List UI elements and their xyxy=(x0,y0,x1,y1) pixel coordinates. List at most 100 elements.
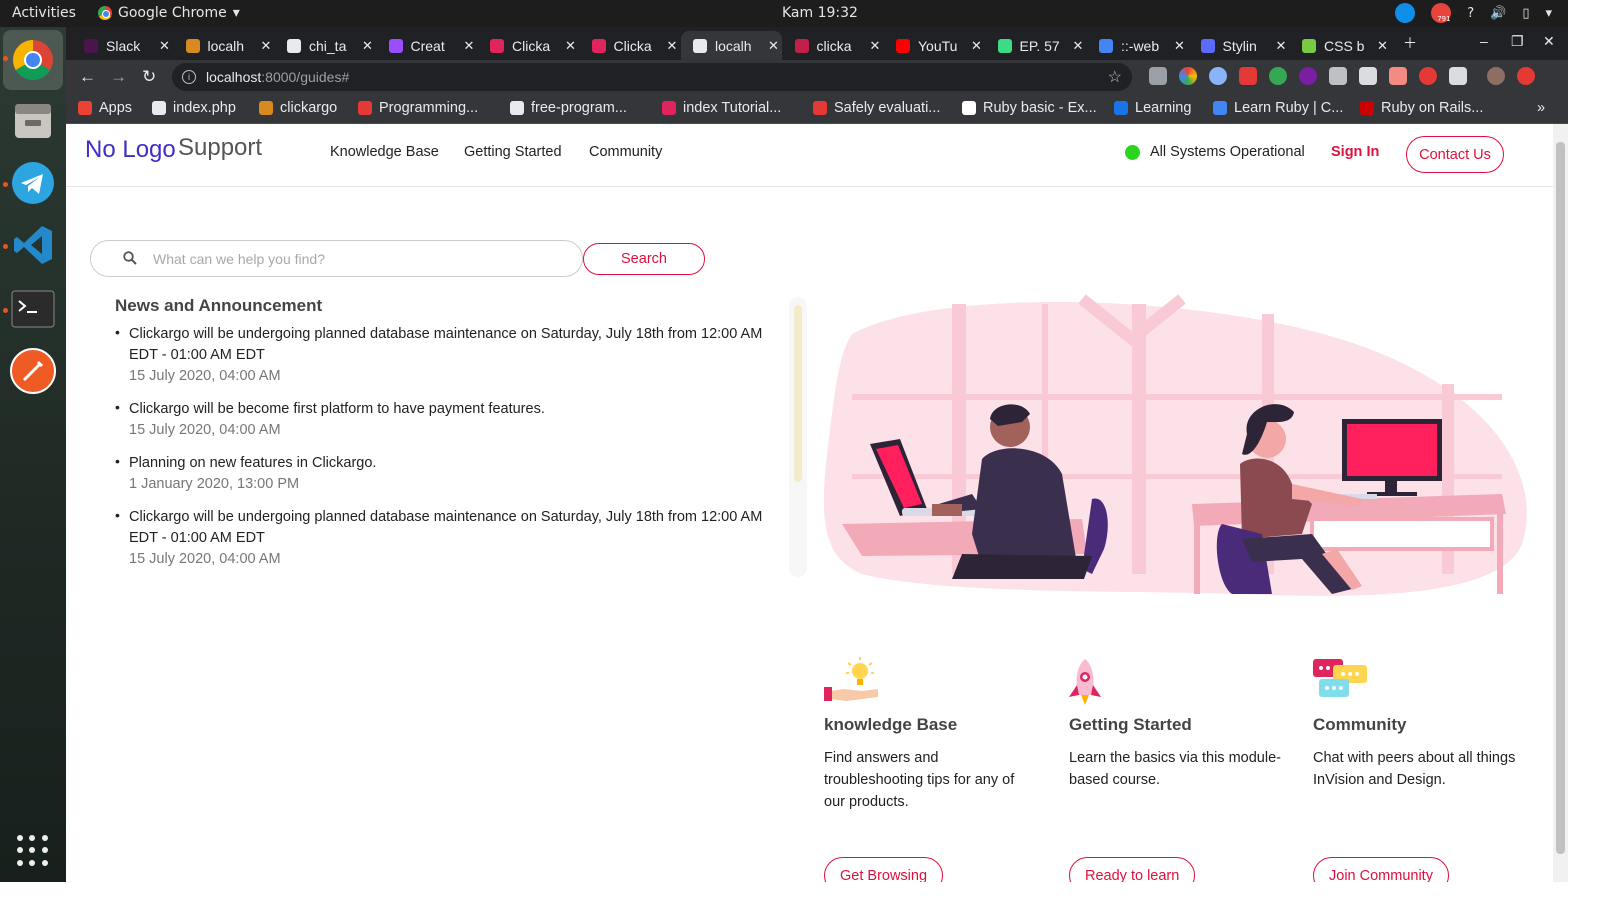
tab-close-icon[interactable]: ✕ xyxy=(261,38,272,54)
browser-tab[interactable]: YouTu ✕ xyxy=(884,31,985,60)
tab-close-icon[interactable]: ✕ xyxy=(464,38,475,54)
browser-tab[interactable]: ::-web ✕ xyxy=(1087,31,1188,60)
dock-postman[interactable] xyxy=(9,347,57,395)
page-scrollbar-thumb[interactable] xyxy=(1556,142,1565,854)
bookmark-favicon-icon xyxy=(1360,101,1374,115)
bookmark-item[interactable]: Ruby basic - Ex... xyxy=(962,100,1097,116)
news-text[interactable]: Clickargo will be undergoing planned dat… xyxy=(129,324,775,366)
dock-terminal[interactable] xyxy=(9,285,57,333)
get-browsing-button[interactable]: Get Browsing xyxy=(824,857,944,882)
tab-close-icon[interactable]: ✕ xyxy=(362,38,373,54)
browser-tab[interactable]: Slack ✕ xyxy=(72,31,173,60)
browser-tab[interactable]: Clicka ✕ xyxy=(580,31,681,60)
browser-tab[interactable]: EP. 57 ✕ xyxy=(986,31,1087,60)
update-icon[interactable] xyxy=(1517,67,1535,85)
volume-icon[interactable]: 🔊 xyxy=(1490,6,1506,21)
news-text[interactable]: Clickargo will be become first platform … xyxy=(129,399,775,420)
site-logo[interactable]: No Logo xyxy=(85,136,176,164)
extension-icon[interactable] xyxy=(1239,67,1257,85)
search-button[interactable]: Search xyxy=(583,243,705,275)
dock-chrome[interactable] xyxy=(3,30,63,90)
tab-close-icon[interactable]: ✕ xyxy=(870,38,881,54)
browser-tab[interactable]: localh ✕ xyxy=(174,31,275,60)
help-icon[interactable]: ? xyxy=(1467,6,1474,21)
tab-close-icon[interactable]: ✕ xyxy=(971,38,982,54)
new-tab-button[interactable]: ＋ xyxy=(1403,33,1417,53)
back-button[interactable]: ← xyxy=(79,67,96,87)
browser-tab[interactable]: clicka ✕ xyxy=(783,31,884,60)
notification-icon[interactable]: 791 xyxy=(1431,3,1452,23)
address-bar[interactable]: i localhost:8000/guides# ☆ xyxy=(172,63,1132,91)
search-input[interactable] xyxy=(153,247,553,271)
contact-us-button[interactable]: Contact Us xyxy=(1406,136,1504,173)
browser-tab[interactable]: localh ✕ xyxy=(681,31,782,60)
bookmark-item[interactable]: index.php xyxy=(152,100,236,116)
minimize-button[interactable]: – xyxy=(1480,33,1488,49)
dock-telegram[interactable] xyxy=(9,159,57,207)
join-community-button[interactable]: Join Community xyxy=(1313,857,1449,882)
power-menu-icon[interactable]: ▾ xyxy=(1545,6,1552,21)
extension-icon[interactable] xyxy=(1209,67,1227,85)
activities-button[interactable]: Activities xyxy=(12,5,76,21)
nav-community[interactable]: Community xyxy=(589,144,662,160)
bookmark-item[interactable]: index Tutorial... xyxy=(662,100,781,116)
ready-to-learn-button[interactable]: Ready to learn xyxy=(1069,857,1196,882)
tab-close-icon[interactable]: ✕ xyxy=(1073,38,1084,54)
bookmark-star-icon[interactable]: ☆ xyxy=(1108,67,1122,87)
page-scrollbar[interactable] xyxy=(1553,124,1568,882)
extension-icon[interactable] xyxy=(1449,67,1467,85)
app-menu[interactable]: Google Chrome ▾ xyxy=(98,5,240,21)
reader-icon[interactable] xyxy=(1149,67,1167,85)
bookmark-favicon-icon xyxy=(662,101,676,115)
bookmark-item[interactable]: clickargo xyxy=(259,100,337,116)
bookmark-item[interactable]: Apps xyxy=(78,100,132,116)
close-window-button[interactable]: ✕ xyxy=(1543,33,1555,50)
battery-icon[interactable]: ▯ xyxy=(1522,6,1529,21)
browser-tab[interactable]: chi_ta ✕ xyxy=(275,31,376,60)
extension-icon[interactable] xyxy=(1359,67,1377,85)
extension-icon[interactable] xyxy=(1299,67,1317,85)
reload-button[interactable]: ↻ xyxy=(142,67,156,87)
tab-close-icon[interactable]: ✕ xyxy=(159,38,170,54)
news-text[interactable]: Planning on new features in Clickargo. xyxy=(129,453,775,474)
bookmark-item[interactable]: Safely evaluati... xyxy=(813,100,940,116)
news-scrollbar[interactable] xyxy=(789,297,807,577)
browser-tab[interactable]: CSS b ✕ xyxy=(1290,31,1391,60)
more-bookmarks-button[interactable]: » xyxy=(1537,100,1545,116)
maximize-button[interactable]: ❐ xyxy=(1511,33,1524,50)
nav-getting-started[interactable]: Getting Started xyxy=(464,144,562,160)
browser-tab[interactable]: Stylin ✕ xyxy=(1189,31,1290,60)
sign-in-link[interactable]: Sign In xyxy=(1331,144,1379,160)
bookmark-item[interactable]: Ruby on Rails... xyxy=(1360,100,1483,116)
extension-icon[interactable] xyxy=(1269,67,1287,85)
tab-close-icon[interactable]: ✕ xyxy=(1377,38,1388,54)
teamviewer-icon[interactable] xyxy=(1395,3,1416,23)
dock-files[interactable] xyxy=(9,96,57,144)
bookmark-favicon-icon xyxy=(358,101,372,115)
news-scrollbar-thumb[interactable] xyxy=(794,305,802,482)
profile-avatar[interactable] xyxy=(1487,67,1505,85)
vue-devtools-icon[interactable] xyxy=(1329,67,1347,85)
tab-close-icon[interactable]: ✕ xyxy=(1276,38,1287,54)
bookmark-item[interactable]: free-program... xyxy=(510,100,627,116)
bookmark-item[interactable]: Learn Ruby | C... xyxy=(1213,100,1343,116)
dock-vscode[interactable] xyxy=(9,221,57,269)
nav-knowledge-base[interactable]: Knowledge Base xyxy=(330,144,439,160)
tab-close-icon[interactable]: ✕ xyxy=(768,38,779,54)
extension-icon[interactable] xyxy=(1389,67,1407,85)
browser-tab[interactable]: Clicka ✕ xyxy=(478,31,579,60)
browser-tab[interactable]: Creat ✕ xyxy=(377,31,478,60)
tab-close-icon[interactable]: ✕ xyxy=(565,38,576,54)
color-picker-icon[interactable] xyxy=(1179,67,1197,85)
clock[interactable]: Kam 19:32 xyxy=(782,5,858,21)
bookmark-item[interactable]: Programming... xyxy=(358,100,478,116)
extension-icon[interactable] xyxy=(1419,67,1437,85)
tab-close-icon[interactable]: ✕ xyxy=(1174,38,1185,54)
bookmark-label: free-program... xyxy=(531,100,627,116)
news-text[interactable]: Clickargo will be undergoing planned dat… xyxy=(129,507,775,549)
show-applications-button[interactable] xyxy=(17,835,49,867)
forward-button[interactable]: → xyxy=(110,67,127,87)
bookmark-item[interactable]: Learning xyxy=(1114,100,1191,116)
site-info-icon[interactable]: i xyxy=(182,70,196,84)
tab-close-icon[interactable]: ✕ xyxy=(667,38,678,54)
